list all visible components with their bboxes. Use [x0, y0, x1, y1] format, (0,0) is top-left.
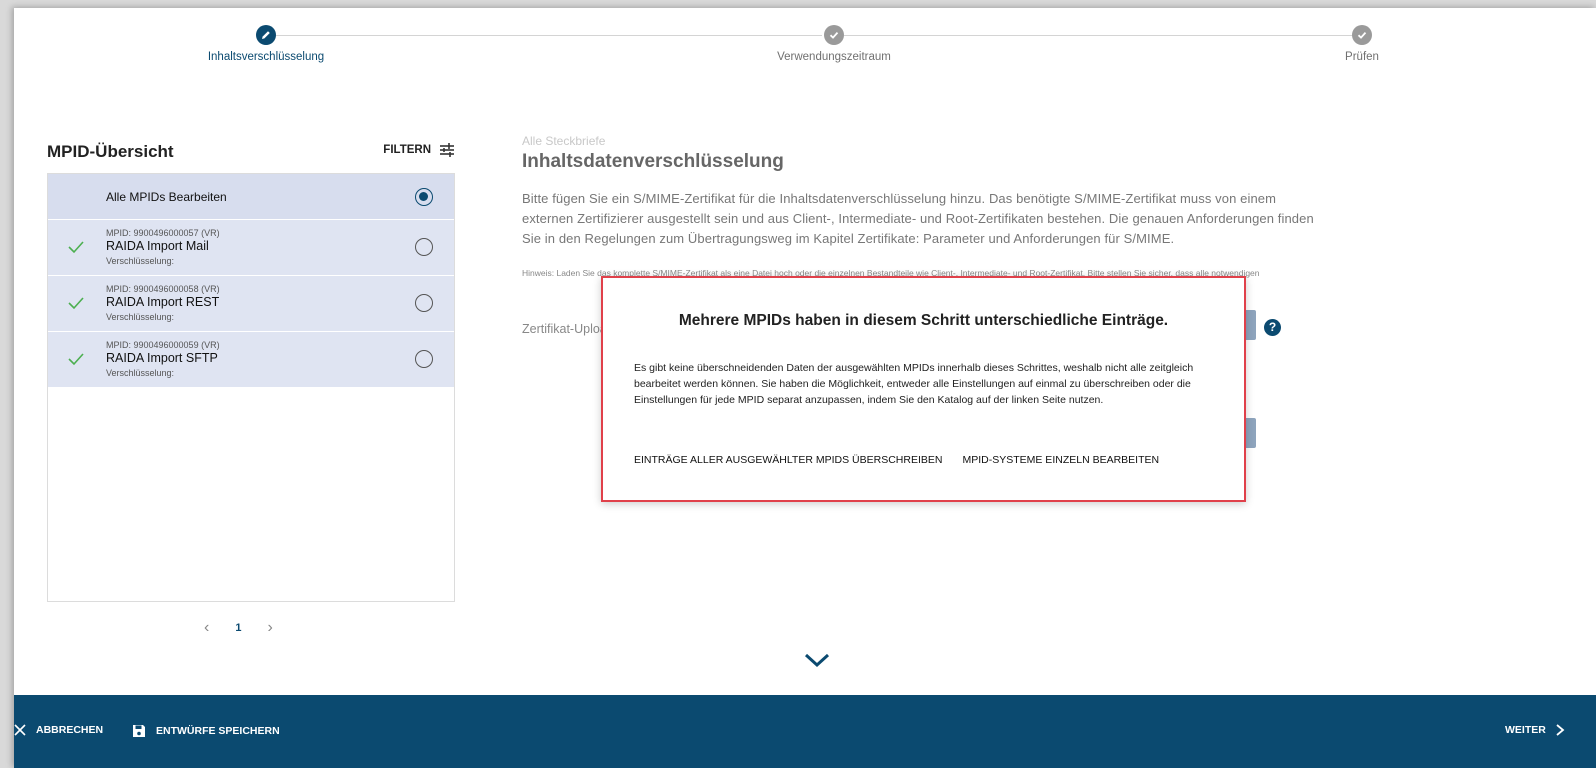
mpid-encryption: Verschlüsselung:: [106, 312, 175, 322]
close-icon: [14, 724, 26, 736]
save-drafts-button[interactable]: ENTWÜRFE SPEICHERN: [132, 724, 280, 738]
step-label: Verwendungszeitraum: [777, 51, 891, 63]
app-frame: Inhaltsverschlüsselung Verwendungszeitra…: [14, 8, 1596, 768]
step-usage-period[interactable]: Verwendungszeitraum: [714, 25, 954, 63]
radio-button[interactable]: [415, 294, 433, 312]
pagination: ‹ 1 ›: [204, 619, 273, 637]
checkmark-icon: [1352, 25, 1372, 45]
mpid-list: Alle MPIDs Bearbeiten MPID: 990049600005…: [47, 173, 455, 602]
mpid-panel-header: MPID-Übersicht FILTERN: [47, 141, 455, 163]
radio-button[interactable]: [415, 238, 433, 256]
dialog-actions: EINTRÄGE ALLER AUSGEWÄHLTER MPIDS ÜBERSC…: [634, 454, 1159, 466]
list-item[interactable]: MPID: 9900496000057 (VR) RAIDA Import Ma…: [48, 220, 454, 276]
next-button[interactable]: WEITER: [1505, 724, 1565, 736]
breadcrumb[interactable]: Alle Steckbriefe: [522, 134, 605, 148]
list-item[interactable]: MPID: 9900496000058 (VR) RAIDA Import RE…: [48, 276, 454, 332]
mpid-number: MPID: 9900496000058 (VR): [106, 284, 220, 294]
save-drafts-label: ENTWÜRFE SPEICHERN: [156, 725, 280, 737]
mpid-name: RAIDA Import SFTP: [106, 351, 218, 365]
list-item-label: Alle MPIDs Bearbeiten: [106, 190, 227, 204]
panel-title: MPID-Übersicht: [47, 142, 174, 161]
step-review[interactable]: Prüfen: [1242, 25, 1482, 63]
radio-selected[interactable]: [415, 188, 433, 206]
sliders-icon: [440, 143, 454, 157]
page-title: Inhaltsdatenverschlüsselung: [522, 151, 784, 172]
pencil-icon: [256, 25, 276, 45]
cancel-label: ABBRECHEN: [36, 724, 104, 736]
filter-label: FILTERN: [383, 144, 431, 156]
radio-button[interactable]: [415, 350, 433, 368]
dialog-body: Es gibt keine überschneidenden Daten der…: [634, 362, 1194, 406]
prev-page-button[interactable]: ‹: [204, 619, 209, 637]
mpid-number: MPID: 9900496000059 (VR): [106, 340, 220, 350]
cancel-button[interactable]: ABBRECHEN: [14, 724, 103, 736]
chevron-right-icon: [1556, 724, 1565, 736]
next-page-button[interactable]: ›: [267, 619, 272, 637]
dialog-title: Mehrere MPIDs haben in diesem Schritt un…: [678, 312, 1169, 329]
mpid-number: MPID: 9900496000057 (VR): [106, 228, 220, 238]
overwrite-all-button[interactable]: EINTRÄGE ALLER AUSGEWÄHLTER MPIDS ÜBERSC…: [634, 454, 942, 466]
chevron-down-icon[interactable]: [804, 652, 830, 668]
save-icon: [133, 725, 145, 737]
help-icon[interactable]: ?: [1264, 319, 1281, 336]
description-text: Bitte fügen Sie ein S/MIME-Zertifikat fü…: [522, 191, 1314, 246]
edit-individually-button[interactable]: MPID-SYSTEME EINZELN BEARBEITEN: [962, 454, 1159, 466]
step-label: Prüfen: [1345, 51, 1379, 63]
stepper: Inhaltsverschlüsselung Verwendungszeitra…: [14, 8, 1596, 88]
next-label: WEITER: [1505, 724, 1546, 736]
checkmark-icon: [68, 297, 84, 310]
filter-button[interactable]: FILTERN: [383, 143, 455, 157]
mpid-encryption: Verschlüsselung:: [106, 256, 175, 266]
list-item[interactable]: MPID: 9900496000059 (VR) RAIDA Import SF…: [48, 332, 454, 388]
conflict-dialog: Mehrere MPIDs haben in diesem Schritt un…: [601, 276, 1246, 502]
mpid-name: RAIDA Import Mail: [106, 239, 209, 253]
upload-label: Zertifikat-Upload: [522, 322, 614, 336]
page-number[interactable]: 1: [235, 622, 241, 634]
step-content-encryption[interactable]: Inhaltsverschlüsselung: [146, 25, 386, 63]
mpid-encryption: Verschlüsselung:: [106, 368, 175, 378]
footer-bar: ABBRECHEN ENTWÜRFE SPEICHERN WEITER: [14, 695, 1596, 768]
list-item-all-mpids[interactable]: Alle MPIDs Bearbeiten: [48, 174, 454, 220]
checkmark-icon: [68, 241, 84, 254]
checkmark-icon: [68, 353, 84, 366]
checkmark-icon: [824, 25, 844, 45]
step-label: Inhaltsverschlüsselung: [207, 51, 325, 63]
mpid-name: RAIDA Import REST: [106, 295, 220, 309]
